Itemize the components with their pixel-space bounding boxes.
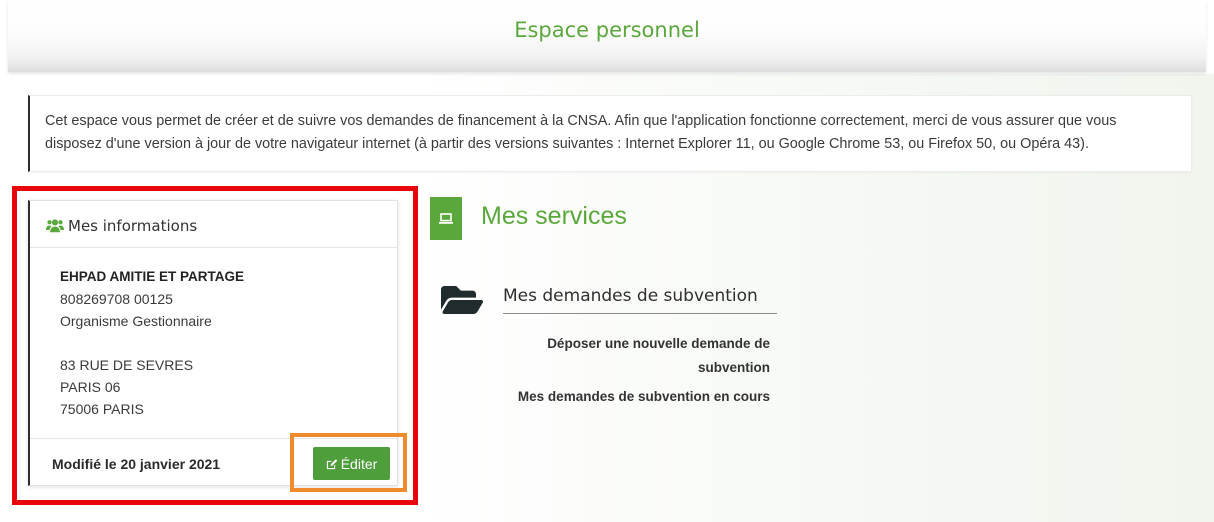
organization-name: EHPAD AMITIE ET PARTAGE bbox=[60, 269, 245, 284]
page-header: Espace personnel bbox=[8, 0, 1206, 72]
page-title: Espace personnel bbox=[514, 18, 700, 42]
intro-line: disposez d'une version à jour de votre n… bbox=[45, 136, 1089, 152]
new-subvention-request-link[interactable]: Déposer une nouvelle demande de subventi… bbox=[500, 332, 770, 380]
subvention-links: Déposer une nouvelle demande de subventi… bbox=[500, 332, 770, 409]
info-card-footer: Modifié le 20 janvier 2021 Éditer bbox=[30, 438, 397, 485]
info-card: Mes informations EHPAD AMITIE ET PARTAGE… bbox=[28, 200, 398, 486]
last-modified-date: Modifié le 20 janvier 2021 bbox=[52, 456, 221, 472]
edit-icon bbox=[326, 458, 337, 469]
folder-open-icon bbox=[441, 286, 483, 314]
address-spacer bbox=[60, 332, 244, 354]
users-icon bbox=[46, 219, 64, 233]
services-tile bbox=[430, 197, 462, 240]
info-card-body: EHPAD AMITIE ET PARTAGE 808269708 00125 … bbox=[60, 266, 244, 420]
current-subvention-requests-link[interactable]: Mes demandes de subvention en cours bbox=[500, 385, 770, 409]
siret-number: 808269708 00125 bbox=[60, 291, 173, 307]
services-title: Mes services bbox=[481, 202, 627, 230]
intro-notice: Cet espace vous permet de créer et de su… bbox=[28, 95, 1192, 172]
address-line: PARIS 06 bbox=[60, 379, 121, 395]
address-line: 75006 PARIS bbox=[60, 401, 144, 417]
info-card-title: Mes informations bbox=[68, 217, 198, 235]
edit-button[interactable]: Éditer bbox=[313, 447, 390, 480]
group-title-underline bbox=[503, 313, 777, 314]
laptop-icon bbox=[439, 213, 453, 224]
subvention-group-title: Mes demandes de subvention bbox=[503, 286, 758, 306]
organization-type: Organisme Gestionnaire bbox=[60, 313, 212, 329]
edit-button-label: Éditer bbox=[340, 455, 378, 472]
intro-line: Cet espace vous permet de créer et de su… bbox=[45, 113, 1117, 129]
info-card-header: Mes informations bbox=[30, 201, 397, 248]
address-line: 83 RUE DE SEVRES bbox=[60, 357, 194, 373]
